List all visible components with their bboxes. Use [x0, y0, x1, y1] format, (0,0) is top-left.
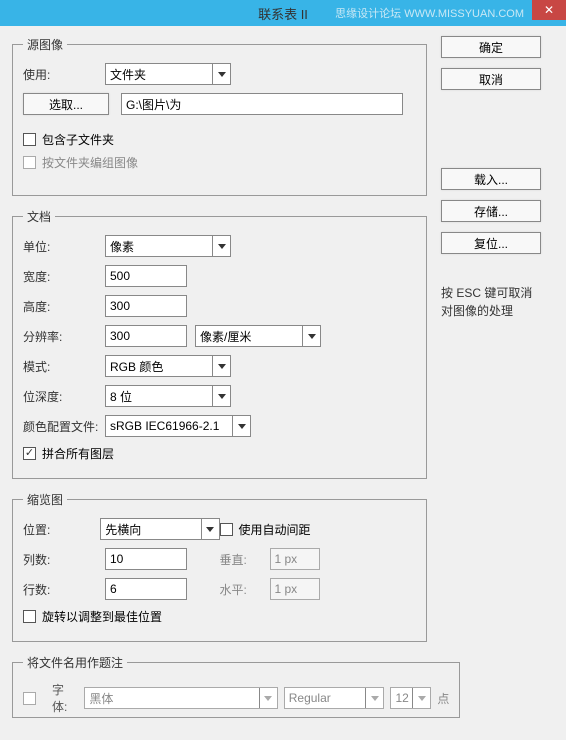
vertical-label: 垂直: [220, 551, 270, 568]
res-label: 分辨率: [23, 328, 105, 345]
thumbnail-group: 缩览图 位置: 先横向 列数: 10 行数: [12, 491, 427, 642]
vertical-input: 1 px [270, 548, 320, 570]
checkbox-checked-icon [23, 447, 36, 460]
left-column: 源图像 使用: 文件夹 选取... G:\图片\为 包含子文件夹 按文件夹编 [12, 36, 427, 730]
unit-label: 单位: [23, 238, 105, 255]
chevron-down-icon [365, 688, 383, 708]
chevron-down-icon [412, 688, 430, 708]
choose-button[interactable]: 选取... [23, 93, 109, 115]
use-label: 使用: [23, 66, 105, 83]
chevron-down-icon [302, 326, 320, 346]
caption-checkbox[interactable] [23, 692, 36, 705]
include-sub-checkbox[interactable]: 包含子文件夹 [23, 131, 416, 148]
rows-label: 行数: [23, 581, 105, 598]
horizontal-input: 1 px [270, 578, 320, 600]
mode-select[interactable]: RGB 颜色 [105, 355, 231, 377]
close-icon: ✕ [544, 3, 554, 17]
horizontal-label: 水平: [220, 581, 270, 598]
titlebar: 联系表 II 思缘设计论坛 WWW.MISSYUAN.COM ✕ [0, 0, 566, 26]
window-title: 联系表 II [258, 4, 308, 23]
cols-label: 列数: [23, 551, 105, 568]
load-button[interactable]: 载入... [441, 168, 541, 190]
font-style-select: Regular [284, 687, 385, 709]
source-group: 源图像 使用: 文件夹 选取... G:\图片\为 包含子文件夹 按文件夹编 [12, 36, 427, 196]
document-group: 文档 单位: 像素 宽度: 500 高度: 300 分辨率: 300 [12, 208, 427, 479]
chevron-down-icon [259, 688, 277, 708]
save-button[interactable]: 存储... [441, 200, 541, 222]
font-select: 黑体 [84, 687, 277, 709]
doc-legend: 文档 [23, 208, 55, 225]
chevron-down-icon [232, 416, 250, 436]
chevron-down-icon [212, 356, 230, 376]
depth-select[interactable]: 8 位 [105, 385, 231, 407]
chevron-down-icon [212, 64, 230, 84]
esc-note: 按 ESC 键可取消 对图像的处理 [441, 284, 551, 320]
right-column: 确定 取消 载入... 存储... 复位... 按 ESC 键可取消 对图像的处… [441, 36, 551, 730]
thumb-legend: 缩览图 [23, 491, 67, 508]
group-folder-checkbox: 按文件夹编组图像 [23, 154, 416, 171]
chevron-down-icon [201, 519, 219, 539]
caption-legend: 将文件名用作题注 [23, 654, 127, 671]
height-input[interactable]: 300 [105, 295, 187, 317]
unit-select[interactable]: 像素 [105, 235, 231, 257]
reset-button[interactable]: 复位... [441, 232, 541, 254]
close-button[interactable]: ✕ [532, 0, 566, 20]
flatten-checkbox[interactable]: 拼合所有图层 [23, 445, 416, 462]
auto-spacing-checkbox[interactable]: 使用自动间距 [220, 518, 417, 540]
mode-label: 模式: [23, 358, 105, 375]
checkbox-icon [23, 610, 36, 623]
caption-group: 将文件名用作题注 字体: 黑体 Regular 12 点 [12, 654, 460, 718]
chevron-down-icon [212, 386, 230, 406]
depth-label: 位深度: [23, 388, 105, 405]
pos-label: 位置: [23, 521, 100, 538]
rows-input[interactable]: 6 [105, 578, 187, 600]
height-label: 高度: [23, 298, 105, 315]
width-label: 宽度: [23, 268, 105, 285]
font-label: 字体: [52, 681, 78, 715]
pos-select[interactable]: 先横向 [100, 518, 219, 540]
dialog-content: 源图像 使用: 文件夹 选取... G:\图片\为 包含子文件夹 按文件夹编 [0, 26, 566, 740]
watermark: 思缘设计论坛 WWW.MISSYUAN.COM [335, 5, 524, 21]
checkbox-icon [23, 156, 36, 169]
ok-button[interactable]: 确定 [441, 36, 541, 58]
cols-input[interactable]: 10 [105, 548, 187, 570]
profile-select[interactable]: sRGB IEC61966-2.1 [105, 415, 251, 437]
cancel-button[interactable]: 取消 [441, 68, 541, 90]
checkbox-icon [23, 133, 36, 146]
res-input[interactable]: 300 [105, 325, 187, 347]
rotate-checkbox[interactable]: 旋转以调整到最佳位置 [23, 608, 416, 625]
chevron-down-icon [212, 236, 230, 256]
checkbox-icon [220, 523, 233, 536]
source-legend: 源图像 [23, 36, 67, 53]
path-input[interactable]: G:\图片\为 [121, 93, 403, 115]
res-unit-select[interactable]: 像素/厘米 [195, 325, 321, 347]
use-select[interactable]: 文件夹 [105, 63, 231, 85]
font-size-select: 12 [390, 687, 431, 709]
size-unit: 点 [437, 690, 449, 707]
profile-label: 颜色配置文件: [23, 418, 105, 435]
width-input[interactable]: 500 [105, 265, 187, 287]
